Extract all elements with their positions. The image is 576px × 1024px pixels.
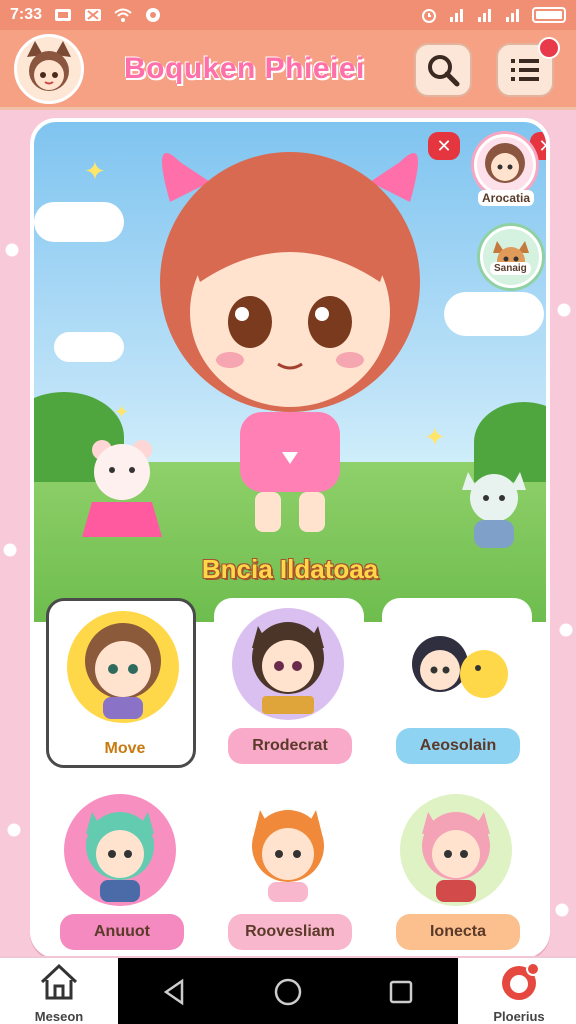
app-title: Boquken Phieiei (124, 51, 365, 85)
character-label: Aeosolain (396, 728, 520, 764)
cat-girl-portrait-icon (86, 812, 154, 902)
character-tile[interactable]: Aeosolain (382, 598, 532, 768)
system-navigation-bar (118, 958, 458, 1024)
cat-girl-portrait-icon (422, 812, 490, 902)
character-label: Ionecta (396, 914, 520, 950)
menu-button[interactable] (496, 37, 560, 97)
character-portrait (232, 794, 344, 906)
status-time: 7:33 (10, 6, 43, 23)
message-icon (55, 9, 72, 21)
avatar-girl-icon (27, 40, 71, 91)
character-portrait (64, 794, 176, 906)
nav-profile[interactable]: Ploerius (464, 962, 574, 1024)
search-button[interactable] (414, 43, 472, 97)
bottom-navigation: Meseon Ploerius (0, 956, 576, 1024)
nav-home-label: Meseon (34, 1009, 84, 1024)
main-card: ✦ ✦ ✦ Bncia Ildatoaa ✕ Arocatia Sanaig M… (30, 118, 550, 958)
character-tile[interactable]: Anuuot (46, 784, 196, 954)
girl-portrait-icon (85, 623, 161, 719)
bear-friend-illustration (82, 440, 162, 537)
menu-list-icon (511, 59, 539, 81)
status-bar: 7:33 (0, 0, 576, 30)
search-icon (428, 55, 460, 87)
character-label: Roovesliam (228, 914, 352, 950)
back-icon[interactable] (160, 977, 190, 1007)
character-portrait (400, 794, 512, 906)
character-label: Move (104, 740, 146, 757)
star-icon: ✦ (84, 156, 106, 186)
cat-girl-portrait-icon (252, 622, 324, 714)
character-label: Rrodecrat (228, 728, 352, 764)
character-portrait (400, 608, 512, 720)
nav-home[interactable]: Meseon (4, 962, 114, 1024)
hero-scene: ✦ ✦ ✦ Bncia Ildatoaa ✕ Arocatia Sanaig (34, 122, 546, 622)
home-circle-icon[interactable] (273, 977, 303, 1007)
battery-icon (532, 7, 566, 23)
signal-icon (478, 9, 491, 22)
fox-avatar-icon (493, 241, 529, 275)
close-icon: ✕ (538, 136, 546, 157)
home-icon (40, 963, 78, 1000)
notification-badge (538, 37, 560, 59)
character-label: Anuuot (60, 914, 184, 950)
side-avatar-label: Sanaig (490, 262, 531, 275)
side-avatar-label: Arocatia (478, 190, 535, 206)
character-tile[interactable]: Roovesliam (214, 784, 364, 954)
close-button[interactable]: ✕ (428, 132, 460, 160)
signal-icon (450, 9, 463, 22)
user-avatar[interactable] (14, 33, 84, 104)
alarm-icon (422, 9, 436, 23)
scene-title: Bncia Ildatoaa (201, 554, 379, 584)
nav-profile-label: Ploerius (493, 1009, 545, 1024)
girl-avatar-icon (485, 143, 525, 183)
girl-with-pet-portrait-icon (412, 636, 508, 698)
cat-friend-illustration (462, 472, 526, 548)
character-tile[interactable]: Move (46, 598, 196, 768)
character-portrait (67, 611, 179, 723)
app-header: Boquken Phieiei (0, 30, 576, 110)
character-grid: Move Rrodecrat Aeosolain Anuuot Roovesli… (46, 598, 534, 954)
pet-profile-icon (502, 962, 540, 1000)
character-tile[interactable]: Ionecta (382, 784, 532, 954)
fox-girl-portrait-icon (252, 810, 324, 902)
signal-icon (506, 9, 519, 22)
character-avatar-button[interactable] (480, 226, 542, 288)
character-portrait (232, 608, 344, 720)
character-tile[interactable]: Rrodecrat (214, 598, 364, 768)
missed-call-icon (85, 9, 102, 21)
character-avatar-button[interactable] (474, 134, 536, 196)
wifi-icon (114, 8, 132, 22)
settings-icon (146, 8, 161, 22)
recents-icon[interactable] (386, 977, 416, 1007)
close-icon: ✕ (436, 135, 452, 156)
